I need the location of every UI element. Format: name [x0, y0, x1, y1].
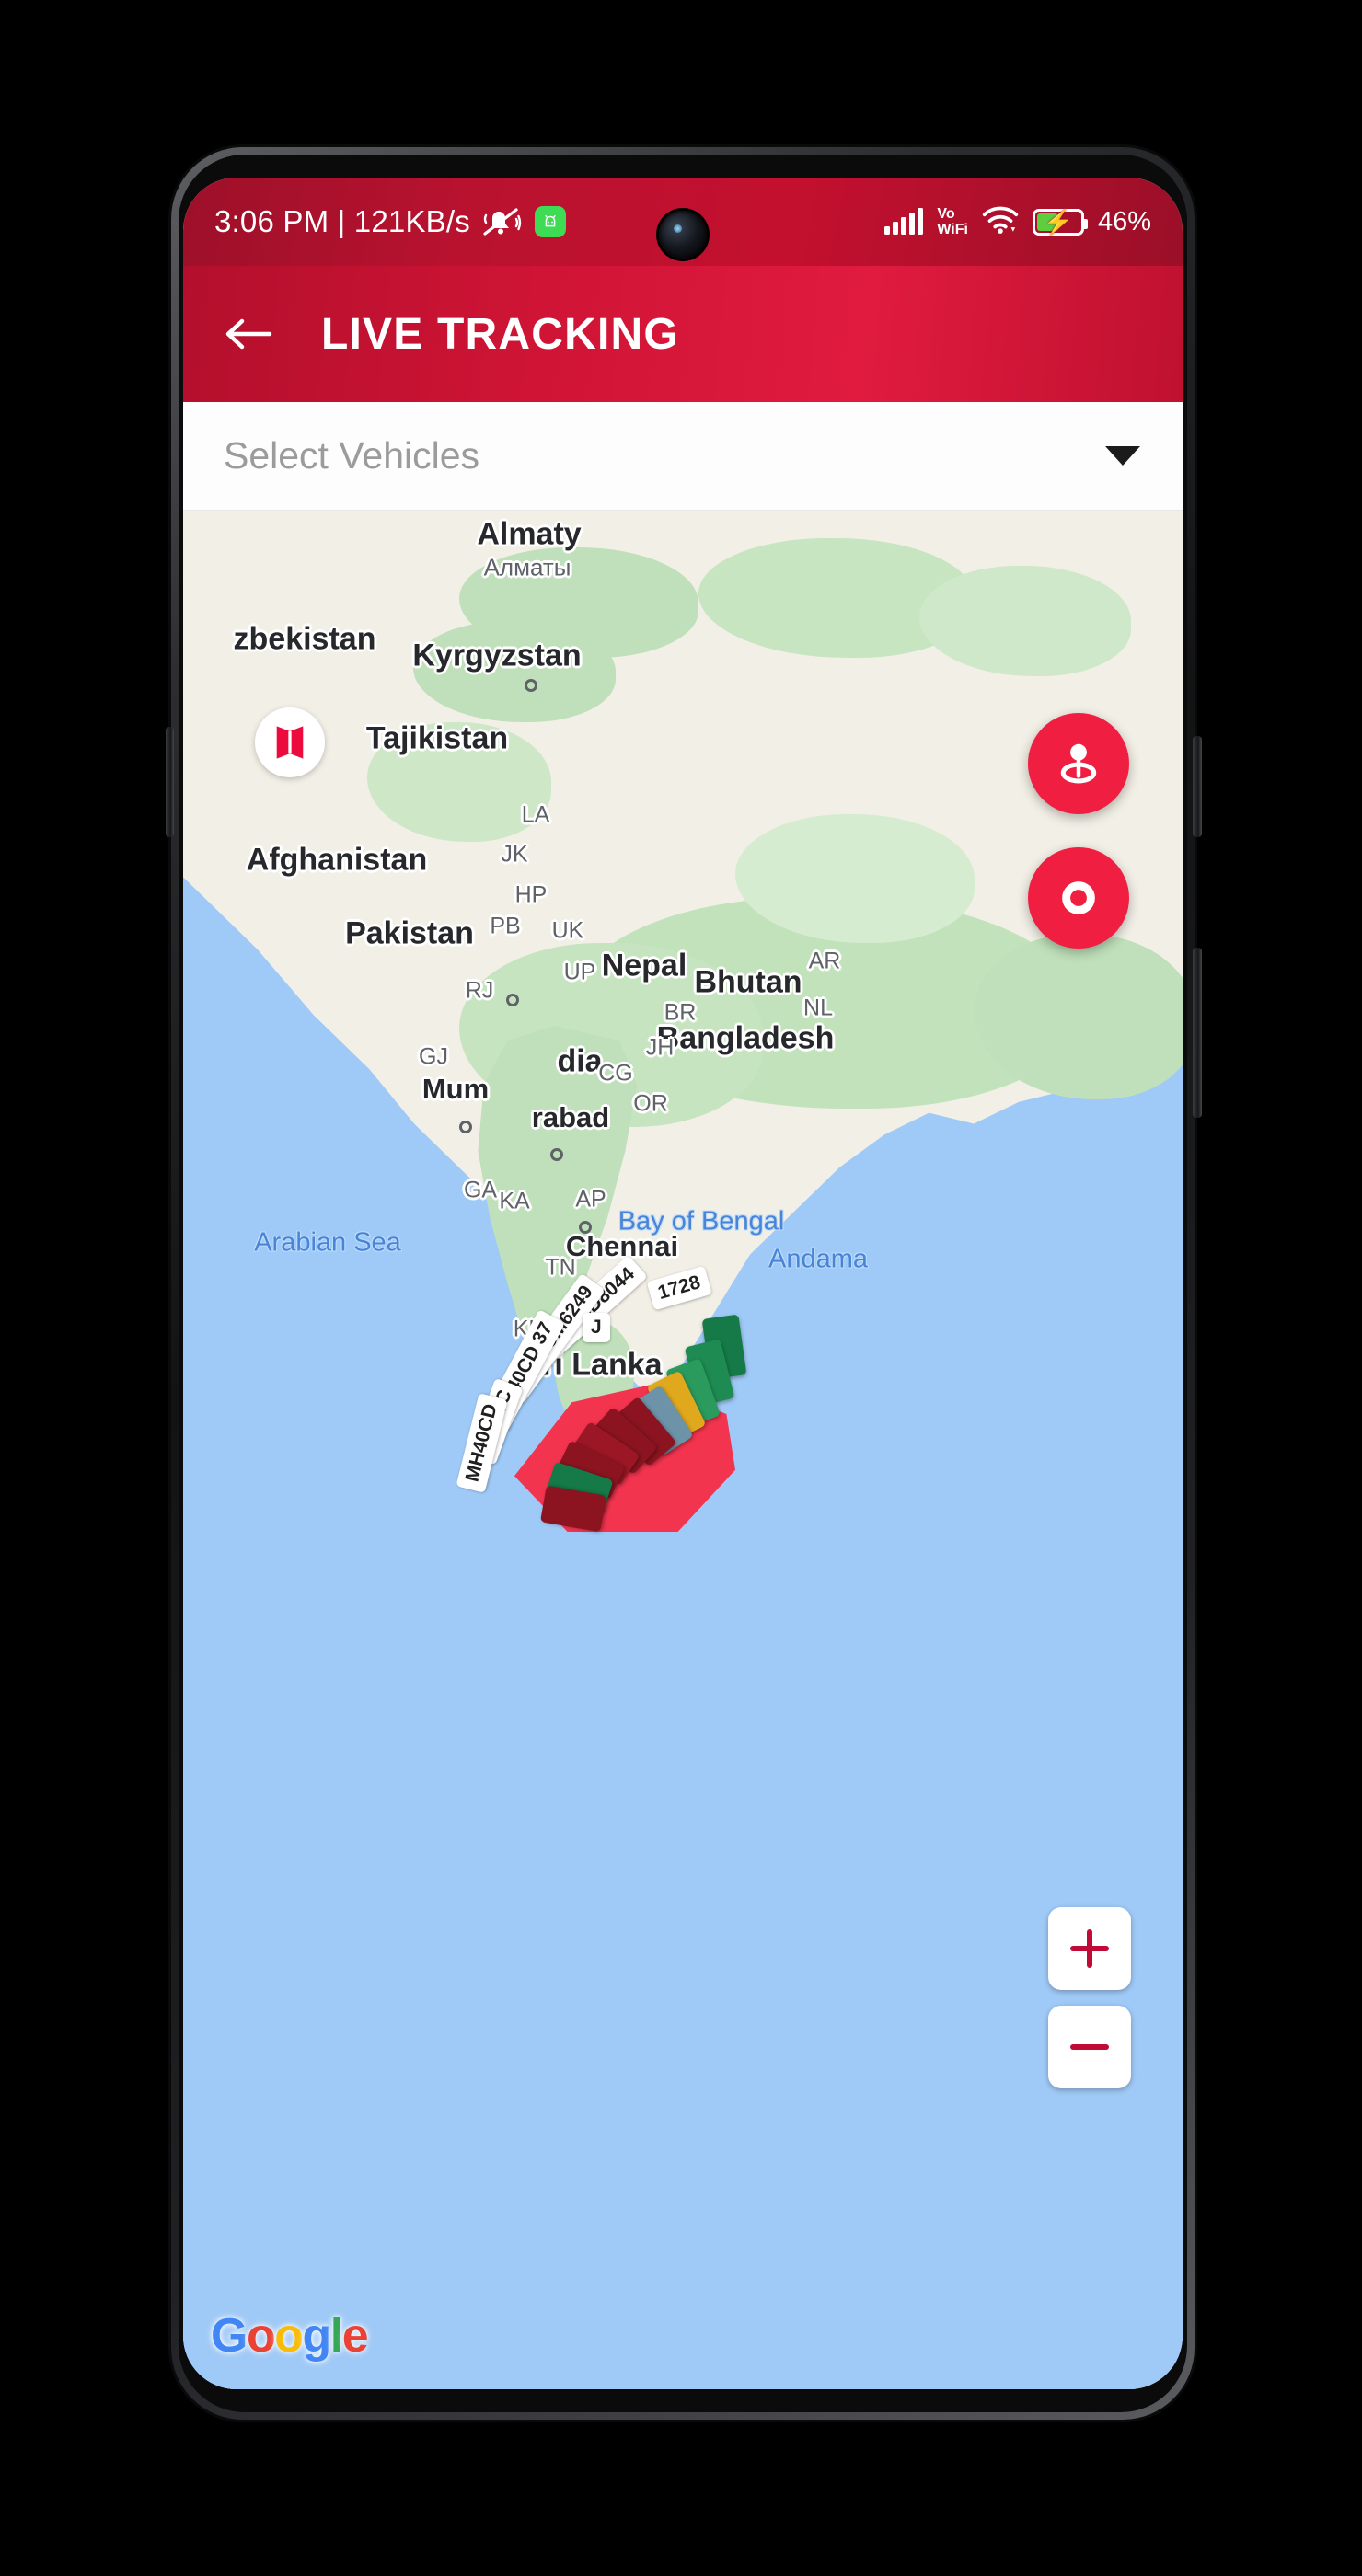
map-city-dot [459, 1121, 472, 1133]
volte-wifi-indicator: Vo WiFi [937, 206, 968, 237]
android-robot-icon [534, 206, 566, 237]
phone-volume-button[interactable] [1193, 948, 1202, 1118]
chevron-down-icon[interactable] [1105, 446, 1140, 466]
battery-charging-icon: ⚡ [1032, 208, 1088, 236]
vehicle-marker-cluster[interactable]: MH40CD8044MH40CM6249MH40CD 37MH40CMH40CD… [456, 1228, 873, 1533]
vehicle-select-placeholder: Select Vehicles [224, 434, 480, 477]
signal-bars-icon [884, 208, 924, 235]
front-camera-punch-hole [659, 211, 707, 259]
phone-screen: 3:06 PM | 121KB/s Vo WiFi ⚡ 46% LIVE TRA… [183, 178, 1183, 2389]
screenshot-root: 3:06 PM | 121KB/s Vo WiFi ⚡ 46% LIVE TRA… [0, 0, 1362, 2576]
arrow-left-icon[interactable] [222, 314, 273, 354]
map-bookmark-icon[interactable] [255, 707, 325, 777]
status-time-and-network: 3:06 PM | 121KB/s [214, 204, 470, 238]
vowifi-line-2: WiFi [937, 222, 968, 237]
status-bar-left: 3:06 PM | 121KB/s [214, 204, 884, 239]
vehicle-number-label[interactable]: J [583, 1313, 610, 1342]
phone-power-button[interactable] [1193, 736, 1202, 837]
pin-drop-fab[interactable] [1028, 713, 1129, 814]
live-tracking-map[interactable]: Google Almaty Алматы zbekistan Kyrgyzstan Ta… [183, 511, 1183, 2389]
status-bar-right: Vo WiFi ⚡ 46% [884, 206, 1151, 238]
bell-slash-icon [483, 206, 522, 237]
map-city-dot [550, 1148, 563, 1161]
my-location-fab[interactable] [1028, 847, 1129, 949]
phone-left-button[interactable] [166, 727, 174, 837]
zoom-in-button[interactable] [1048, 1907, 1131, 1990]
page-title: LIVE TRACKING [321, 309, 679, 359]
vehicle-select-dropdown[interactable]: Select Vehicles [183, 402, 1183, 511]
map-city-dot [506, 994, 519, 1006]
google-attribution-logo: Google [211, 2309, 369, 2363]
vehicle-number-label[interactable]: 1728 [646, 1265, 712, 1311]
vowifi-line-1: Vo [937, 206, 955, 222]
map-city-dot [525, 679, 537, 692]
wifi-icon [982, 206, 1019, 238]
app-bar: LIVE TRACKING [183, 266, 1183, 402]
battery-percent-label: 46% [1097, 206, 1151, 236]
zoom-out-button[interactable] [1048, 2006, 1131, 2088]
